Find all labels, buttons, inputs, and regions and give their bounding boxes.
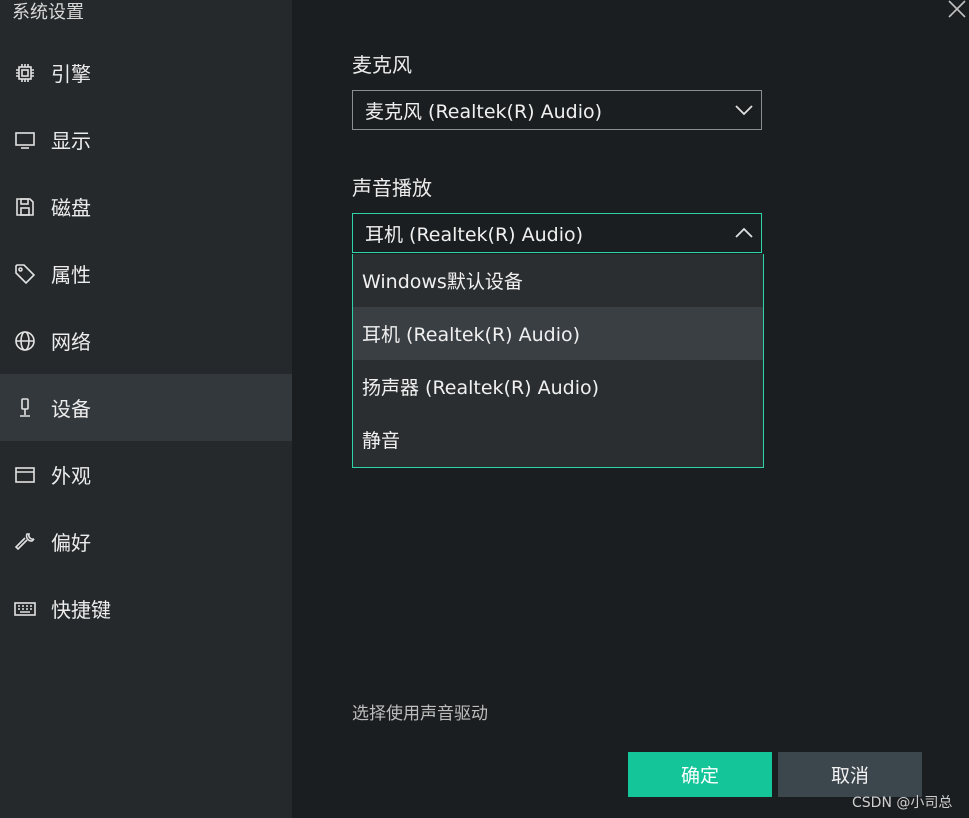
- disk-icon: [13, 195, 37, 219]
- chevron-down-icon: [733, 99, 755, 121]
- dropdown-option[interactable]: 耳机 (Realtek(R) Audio): [353, 307, 763, 360]
- sidebar-item-shortcuts[interactable]: 快捷键: [0, 575, 292, 642]
- microphone-select-value: 麦克风 (Realtek(R) Audio): [365, 100, 603, 123]
- sidebar-item-network[interactable]: 网络: [0, 307, 292, 374]
- sidebar-item-label: 偏好: [51, 531, 91, 555]
- sidebar: 系统设置 引擎 显示 磁盘 属性 网络 设备 外观 偏好 快捷键: [0, 0, 292, 818]
- chevron-up-icon: [733, 222, 755, 244]
- monitor-icon: [13, 128, 37, 152]
- dropdown-option[interactable]: 扬声器 (Realtek(R) Audio): [353, 360, 763, 413]
- sidebar-item-label: 外观: [51, 464, 91, 488]
- dropdown-option[interactable]: 静音: [353, 413, 763, 466]
- sidebar-item-label: 设备: [51, 397, 91, 421]
- window-title: 系统设置: [12, 2, 84, 23]
- hint-text: 选择使用声音驱动: [352, 704, 488, 724]
- sidebar-item-properties[interactable]: 属性: [0, 240, 292, 307]
- dropdown-option[interactable]: Windows默认设备: [353, 254, 763, 307]
- microphone-select[interactable]: 麦克风 (Realtek(R) Audio): [352, 90, 762, 130]
- watermark: CSDN @小司总: [852, 795, 953, 811]
- keyboard-icon: [13, 597, 37, 621]
- sidebar-item-label: 快捷键: [51, 598, 111, 622]
- close-button[interactable]: [944, 0, 969, 22]
- playback-label: 声音播放: [352, 176, 432, 200]
- sidebar-item-label: 引擎: [51, 62, 91, 86]
- sidebar-item-label: 磁盘: [51, 196, 91, 220]
- window-icon: [13, 463, 37, 487]
- microphone-label: 麦克风: [352, 53, 412, 77]
- ok-button[interactable]: 确定: [628, 752, 772, 797]
- wrench-icon: [13, 530, 37, 554]
- sidebar-item-engine[interactable]: 引擎: [0, 39, 292, 106]
- playback-dropdown: Windows默认设备 耳机 (Realtek(R) Audio) 扬声器 (R…: [352, 254, 764, 468]
- chip-icon: [13, 61, 37, 85]
- playback-select-value: 耳机 (Realtek(R) Audio): [365, 223, 584, 246]
- playback-select[interactable]: 耳机 (Realtek(R) Audio): [352, 213, 762, 253]
- sidebar-item-preferences[interactable]: 偏好: [0, 508, 292, 575]
- sidebar-item-label: 显示: [51, 129, 91, 153]
- cancel-button[interactable]: 取消: [778, 752, 922, 797]
- tag-icon: [13, 262, 37, 286]
- globe-icon: [13, 329, 37, 353]
- microphone-icon: [13, 396, 37, 420]
- sidebar-item-disk[interactable]: 磁盘: [0, 173, 292, 240]
- sidebar-item-label: 网络: [51, 330, 91, 354]
- close-icon: [948, 0, 966, 18]
- sidebar-item-devices[interactable]: 设备: [0, 374, 292, 441]
- sidebar-item-appearance[interactable]: 外观: [0, 441, 292, 508]
- sidebar-item-label: 属性: [51, 263, 91, 287]
- sidebar-item-display[interactable]: 显示: [0, 106, 292, 173]
